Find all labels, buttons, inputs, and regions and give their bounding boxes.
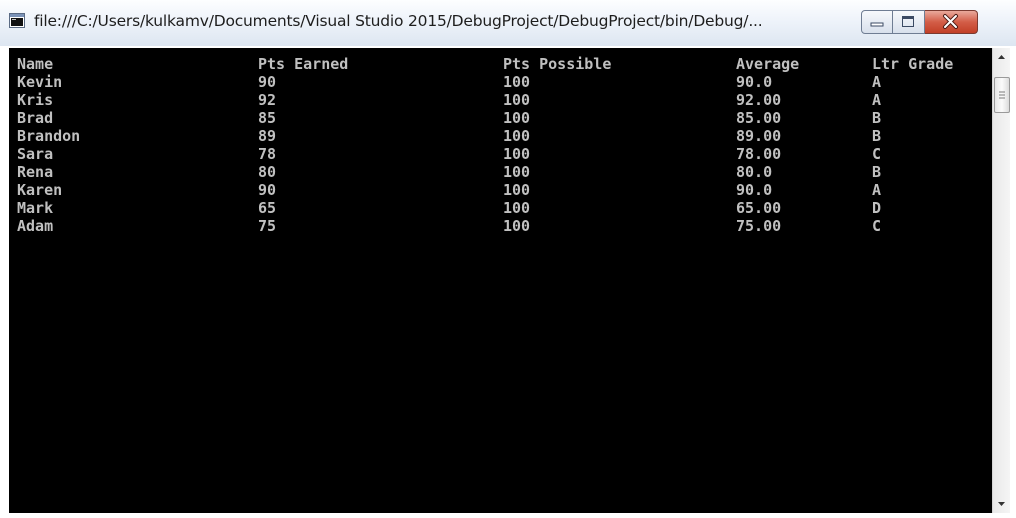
table-row: Rena 80 100 80.0 B [17,163,881,181]
letter-grade: C [872,145,882,163]
pts-possible: 100 [503,163,531,181]
average: 92.00 [736,91,782,109]
average: 75.00 [736,217,782,235]
pts-possible: 100 [503,91,531,109]
table-row: Karen 90 100 90.0 A [17,181,881,199]
average: 65.00 [736,199,782,217]
console-window: file:///C:/Users/kulkamv/Documents/Visua… [0,0,1016,518]
grip-icon [999,91,1005,99]
pts-possible: 100 [503,181,531,199]
header-average: Average [736,55,800,73]
scrollbar-thumb[interactable] [994,77,1010,113]
pts-possible: 100 [503,145,531,163]
console-output[interactable]: Name Pts Earned Pts Possible Average Ltr… [9,48,992,513]
grade-table: Name Pts Earned Pts Possible Average Ltr… [17,55,953,235]
close-icon [943,14,958,29]
average: 89.00 [736,127,782,145]
pts-earned: 92 [258,91,277,109]
pts-possible: 100 [503,127,531,145]
vertical-scrollbar[interactable] [992,48,1010,513]
pts-earned: 75 [258,217,277,235]
average: 80.0 [736,163,773,181]
header-name: Name [17,55,54,73]
letter-grade: B [872,109,882,127]
console-app-icon[interactable] [9,13,25,28]
header-ltr-grade: Ltr Grade [872,55,954,73]
table-row: Sara 78 100 78.00 C [17,145,881,163]
pts-possible: 100 [503,199,531,217]
student-name: Rena [17,163,54,181]
student-name: Kevin [17,73,63,91]
table-row: Brandon 89 100 89.00 B [17,127,881,145]
pts-earned: 78 [258,145,277,163]
letter-grade: D [872,199,882,217]
average: 90.0 [736,181,773,199]
pts-earned: 90 [258,181,277,199]
table-row: Kevin 90 100 90.0 A [17,73,881,91]
student-name: Brad [17,109,54,127]
pts-possible: 100 [503,73,531,91]
chevron-down-icon [998,502,1005,506]
minimize-button[interactable] [861,10,893,34]
letter-grade: A [872,91,882,109]
letter-grade: A [872,181,882,199]
average: 85.00 [736,109,782,127]
student-name: Mark [17,199,54,217]
student-name: Brandon [17,127,81,145]
scroll-up-button[interactable] [993,48,1010,66]
pts-earned: 90 [258,73,277,91]
average: 90.0 [736,73,773,91]
maximize-button[interactable] [893,10,925,34]
pts-earned: 85 [258,109,277,127]
window-title: file:///C:/Users/kulkamv/Documents/Visua… [34,12,763,30]
pts-earned: 80 [258,163,277,181]
chevron-up-icon [998,55,1005,59]
letter-grade: B [872,163,882,181]
scroll-down-button[interactable] [993,495,1010,513]
student-name: Adam [17,217,54,235]
student-name: Karen [17,181,63,199]
letter-grade: A [872,73,882,91]
window-bottom-border [0,513,1016,518]
table-row: Kris 92 100 92.00 A [17,91,881,109]
pts-earned: 65 [258,199,277,217]
letter-grade: C [872,217,882,235]
maximize-icon [902,16,914,27]
student-name: Kris [17,91,54,109]
student-name: Sara [17,145,54,163]
table-row: Brad 85 100 85.00 B [17,109,881,127]
pts-earned: 89 [258,127,277,145]
minimize-icon [870,22,884,27]
close-button[interactable] [925,10,978,34]
title-bar[interactable]: file:///C:/Users/kulkamv/Documents/Visua… [0,0,1016,46]
pts-possible: 100 [503,109,531,127]
pts-possible: 100 [503,217,531,235]
header-row: Name Pts Earned Pts Possible Average Ltr… [17,55,953,73]
table-row: Adam 75 100 75.00 C [17,217,881,235]
average: 78.00 [736,145,782,163]
header-pts-possible: Pts Possible [503,55,612,73]
header-pts-earned: Pts Earned [258,55,349,73]
letter-grade: B [872,127,882,145]
table-row: Mark 65 100 65.00 D [17,199,881,217]
